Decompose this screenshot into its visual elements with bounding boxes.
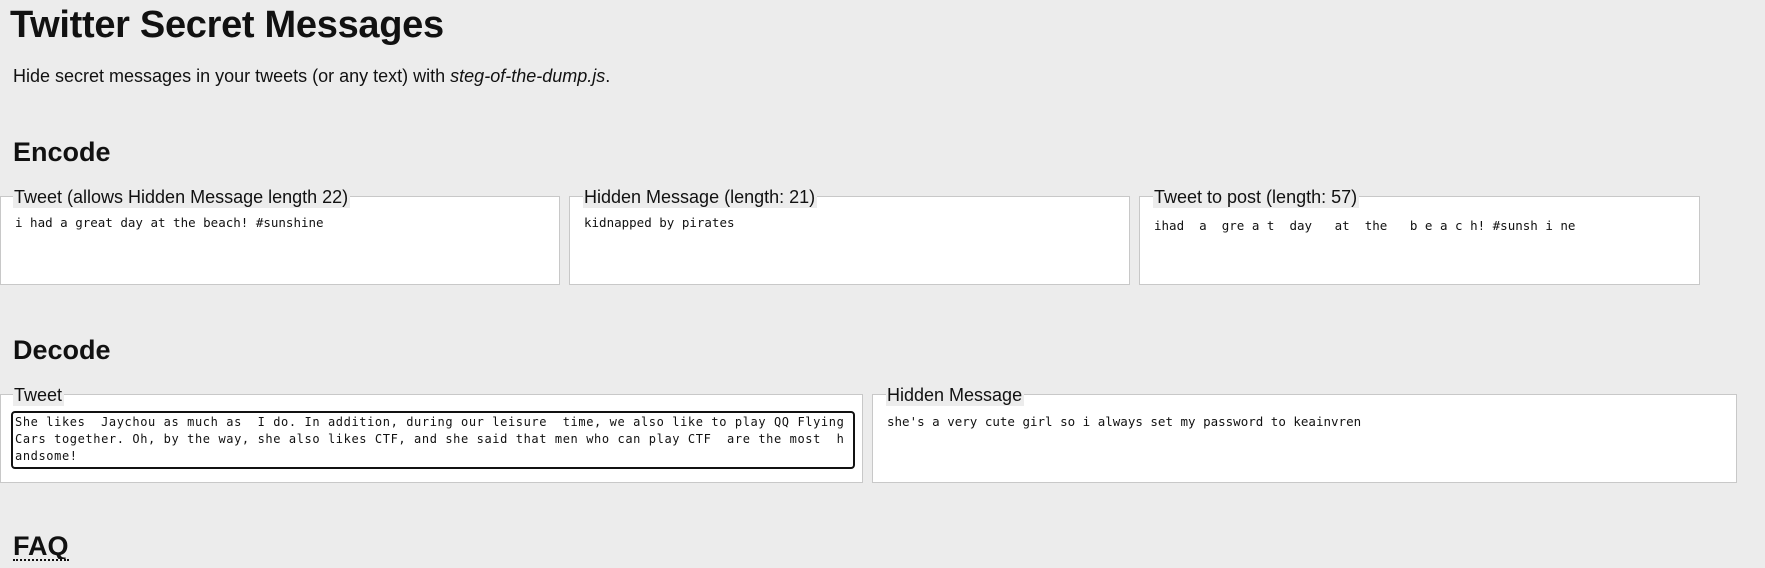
encode-tweet-to-post-output[interactable]: ihad a gre a t day at the b e a c h! #su… [1139,196,1700,285]
subtitle-period: . [605,66,611,86]
decode-hidden-message-label: Hidden Message [886,384,1025,406]
faq-heading[interactable]: FAQ [13,530,69,561]
encode-hidden-message-input[interactable]: kidnapped by pirates [569,196,1130,285]
decode-tweet-input[interactable]: She likes Jaychou as much as I do. In ad… [11,411,855,469]
decode-heading: Decode [13,335,111,365]
decode-hidden-message-output[interactable]: she's a very cute girl so i always set m… [872,394,1737,483]
encode-hidden-message-label: Hidden Message (length: 21) [583,186,818,208]
page-title: Twitter Secret Messages [10,4,444,46]
subtitle-text: Hide secret messages in your tweets (or … [13,66,451,86]
encode-heading: Encode [13,137,111,167]
decode-tweet-label: Tweet [13,384,65,406]
encode-tweet-input[interactable]: i had a great day at the beach! #sunshin… [0,196,560,285]
library-name: steg-of-the-dump.js [450,66,606,86]
encode-tweet-label: Tweet (allows Hidden Message length 22) [13,186,351,208]
encode-tweet-to-post-label: Tweet to post (length: 57) [1153,186,1360,208]
page-subtitle: Hide secret messages in your tweets (or … [13,64,610,88]
